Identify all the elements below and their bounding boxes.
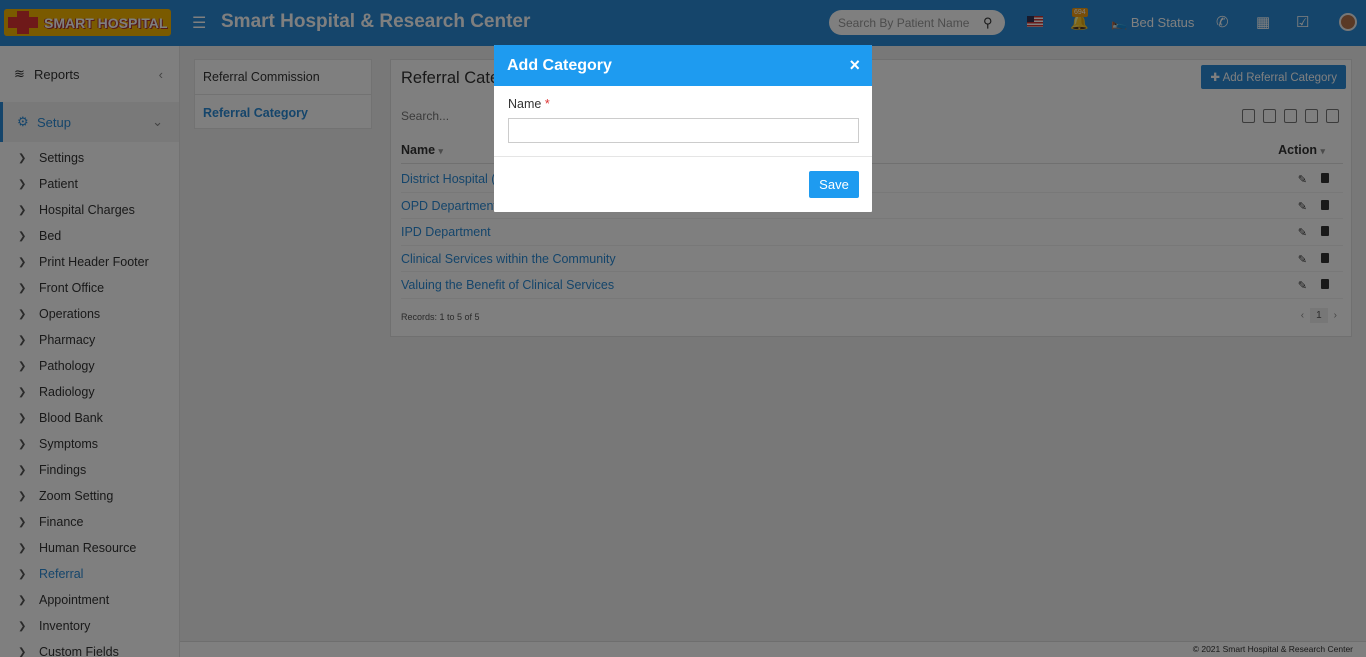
name-input[interactable] — [508, 118, 859, 143]
save-button[interactable]: Save — [809, 171, 859, 198]
required-mark: * — [544, 97, 550, 111]
close-icon[interactable]: × — [849, 55, 860, 76]
modal-title: Add Category — [507, 56, 612, 74]
name-label-text: Name — [508, 97, 542, 111]
add-category-modal: Add Category × Name * Save — [494, 45, 872, 212]
modal-header: Add Category × — [494, 45, 872, 86]
modal-divider — [494, 156, 872, 157]
name-field-label: Name * — [508, 97, 550, 111]
